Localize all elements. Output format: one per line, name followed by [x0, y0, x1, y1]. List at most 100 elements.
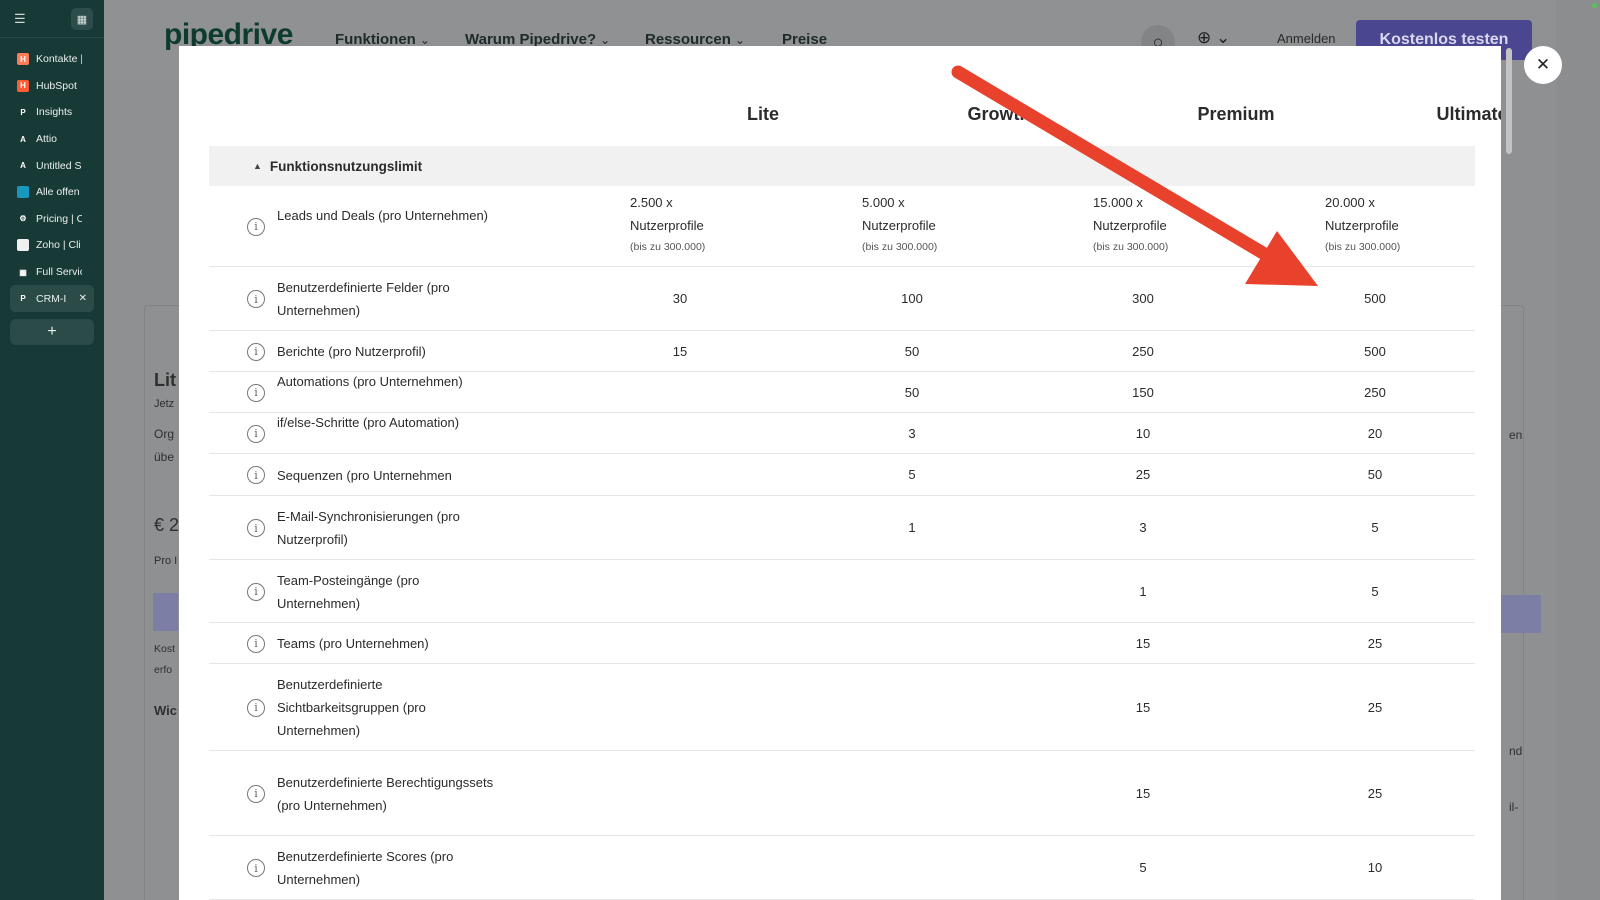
plan-value: 50: [904, 384, 920, 400]
table-row: i Team-Posteingänge (pro Unternehmen) 1 5: [209, 560, 1475, 623]
sidebar-tab[interactable]: Zoho | Cli: [0, 232, 104, 259]
plan-value: 500: [1364, 291, 1386, 306]
menu-icon[interactable]: ☰: [14, 11, 30, 27]
info-icon[interactable]: i: [247, 784, 265, 803]
bg-text: erfo: [154, 664, 173, 676]
globe-icon[interactable]: ⊕ ⌄: [1197, 28, 1230, 48]
sidebar-tab[interactable]: ⚙ Pricing | C: [0, 206, 104, 233]
plan-header-premium: Premium: [1197, 104, 1275, 124]
window-gutter: [1556, 0, 1600, 900]
value-main: 20.000 x Nutzerprofile: [1325, 195, 1399, 233]
sidebar-tab-label: Alle offen: [36, 186, 80, 199]
feature-label: E-Mail-Synchronisierungen (pro Nutzerpro…: [277, 509, 460, 547]
sidebar-tab[interactable]: ▦ Full Servic: [0, 259, 104, 286]
info-icon[interactable]: i: [247, 424, 265, 443]
sidebar-tab-list: H Kontakte | H HubSpot P Insights A Attio A Untit…: [0, 46, 104, 312]
table-row: i if/else-Schritte (pro Automation) 3 10 20: [209, 413, 1475, 454]
plan-value: 250: [1132, 343, 1154, 359]
plan-value: 50: [904, 343, 920, 359]
sidebar-tab[interactable]: H Kontakte |: [0, 46, 104, 73]
modal-scrollbar[interactable]: [1505, 46, 1513, 900]
sidebar-tab-label: Kontakte |: [36, 53, 82, 66]
bg-price: € 2: [154, 515, 180, 535]
sidebar-tab[interactable]: Alle offen: [0, 179, 104, 206]
plan-header-ultimate: Ultimate: [1436, 104, 1501, 124]
info-icon[interactable]: i: [247, 290, 265, 308]
zoho-icon: [17, 239, 29, 252]
plan-value: 5: [1371, 520, 1379, 535]
table-row: i Benutzerdefinierte Felder (pro Unterneh…: [209, 267, 1475, 331]
plan-value: 3: [1139, 520, 1147, 535]
plan-value: 20.000 x Nutzerprofile (bis zu 300.000): [1325, 191, 1465, 257]
chevron-down-icon: ⌄: [600, 33, 611, 47]
feature-label: Leads und Deals (pro Unternehmen): [277, 207, 489, 223]
close-tab-icon[interactable]: ✕: [79, 293, 87, 304]
table-row: i Berichte (pro Nutzerprofil) 15 50 250 500: [209, 331, 1475, 372]
bg-text: Jetz: [154, 398, 175, 410]
feature-label: Benutzerdefinierte Berechtigungssets (pr…: [277, 774, 494, 813]
sidebar-tab-label: Insights: [36, 106, 73, 119]
info-icon[interactable]: i: [247, 466, 265, 484]
plan-value: 15: [1135, 699, 1151, 715]
sidebar-tab[interactable]: A Untitled S: [0, 152, 104, 179]
table-row: i Benutzerdefinierte Scores (pro Unterneh…: [209, 836, 1475, 900]
grid-icon[interactable]: ▦: [71, 8, 93, 30]
plan-value: 100: [901, 291, 923, 306]
bg-heading: Wic: [154, 703, 177, 718]
bg-button: [153, 593, 178, 631]
sidebar-tab[interactable]: H HubSpot: [0, 73, 104, 100]
status-dot: [1592, 3, 1597, 8]
info-icon[interactable]: i: [247, 698, 265, 717]
sidebar-tab-label: CRM-I: [36, 292, 67, 305]
pipedrive-icon: P: [17, 292, 29, 305]
sidebar-tab[interactable]: A Attio: [0, 126, 104, 153]
sidebar-tab-label: Zoho | Cli: [36, 239, 81, 252]
value-sub: (bis zu 300.000): [862, 241, 938, 253]
feature-label: Berichte (pro Nutzerprofil): [277, 344, 426, 359]
add-tab-button[interactable]: +: [10, 319, 94, 345]
value-sub: (bis zu 300.000): [1093, 241, 1169, 253]
login-link[interactable]: Anmelden: [1277, 31, 1336, 46]
plan-header-growth: Growth: [967, 104, 1031, 124]
info-icon[interactable]: i: [247, 342, 265, 361]
close-button[interactable]: ✕: [1524, 46, 1562, 84]
caret-up-icon: ▲: [253, 161, 262, 171]
table-row: i E-Mail-Synchronisierungen (pro Nutzerpr…: [209, 496, 1475, 560]
sidebar-tab-label: Pricing | C: [36, 212, 82, 225]
sidebar-tab[interactable]: P Insights: [0, 99, 104, 126]
plan-value: 10: [1367, 860, 1383, 875]
plan-value: 1: [908, 520, 916, 535]
feature-label: Benutzerdefinierte Sichtbarkeitsgruppen …: [277, 677, 426, 738]
value-main: 5.000 x Nutzerprofile: [862, 195, 936, 233]
feature-label: Automations (pro Unternehmen): [277, 373, 463, 389]
table-row: i Automations (pro Unternehmen) 50 150 250: [209, 372, 1475, 413]
hubspot-icon: H: [17, 79, 29, 92]
plan-value: 15: [1135, 785, 1151, 801]
info-icon[interactable]: i: [247, 217, 265, 236]
info-icon[interactable]: i: [247, 519, 265, 537]
hubspot-icon: H: [17, 53, 29, 66]
info-icon[interactable]: i: [247, 582, 265, 601]
bg-text: übe: [154, 450, 175, 464]
plan-value: 150: [1132, 384, 1154, 400]
scrollbar-thumb[interactable]: [1506, 48, 1512, 154]
plan-value: 15: [1135, 635, 1151, 651]
bg-text: Org: [154, 427, 175, 441]
info-icon[interactable]: i: [247, 859, 265, 877]
info-icon[interactable]: i: [247, 634, 265, 653]
sidebar-header: ☰ ▦: [0, 0, 104, 38]
sidebar-tab-label: Full Servic: [36, 266, 82, 279]
plan-value: 25: [1367, 699, 1383, 715]
bg-plan-title: Lit: [154, 370, 176, 390]
plan-value: 25: [1367, 635, 1383, 651]
sidebar-tab-label: Untitled S: [36, 159, 82, 172]
value-main: 2.500 x Nutzerprofile: [630, 195, 704, 233]
info-icon[interactable]: i: [247, 383, 265, 402]
plan-value: 5: [908, 467, 916, 482]
section-toggle[interactable]: ▲ Funktionsnutzungslimit: [209, 146, 1475, 186]
feature-label: Teams (pro Unternehmen): [277, 636, 429, 651]
plan-value: 250: [1364, 384, 1386, 400]
pipedrive-icon: P: [17, 106, 29, 119]
sidebar-tab[interactable]: P CRM-I ✕: [10, 285, 94, 312]
plan-value: 15.000 x Nutzerprofile (bis zu 300.000): [1093, 191, 1233, 257]
